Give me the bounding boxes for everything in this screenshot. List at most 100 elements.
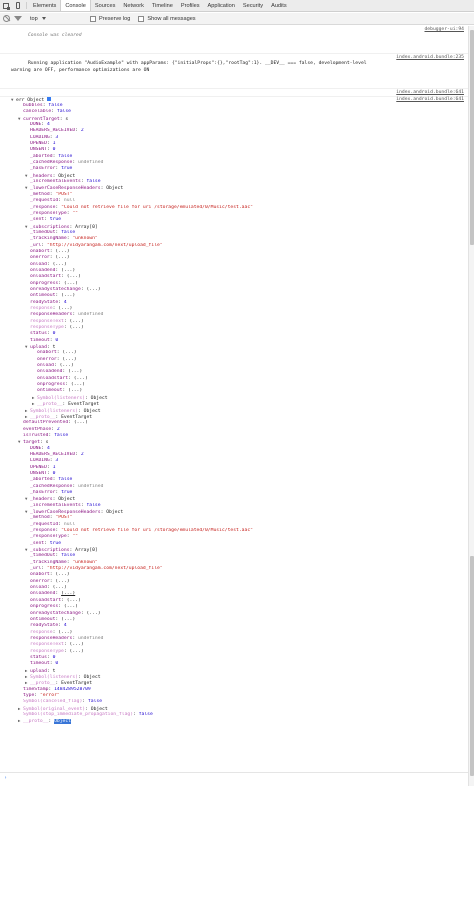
tree-key: DONE [30, 122, 42, 128]
tab-network[interactable]: Network [119, 0, 148, 11]
tree-key: _hasError [30, 489, 56, 495]
tree-value: 1 [52, 464, 56, 470]
tree-value[interactable]: (...) [86, 611, 100, 616]
tree-value[interactable]: (...) [68, 388, 82, 393]
tree-value[interactable]: (...) [55, 572, 69, 577]
tab-console[interactable]: Console [60, 0, 91, 11]
tree-value[interactable]: (...) [71, 382, 85, 387]
console-output: Console was cleared debugger-ui:94 Runni… [0, 26, 468, 786]
tree-value: true [61, 489, 73, 495]
info-icon[interactable] [47, 97, 52, 102]
tree-value: Object [106, 186, 124, 192]
tree-key: _aborted [30, 153, 53, 159]
device-mode-icon[interactable] [12, 0, 24, 11]
tree-key: _incrementalEvents [30, 179, 81, 185]
tree-value[interactable]: (...) [64, 604, 78, 609]
clear-console-icon[interactable] [3, 15, 10, 22]
console-message-source-link[interactable]: index.android.bundle:641 [396, 97, 464, 102]
tree-key: Symbol(original_event) [23, 706, 86, 712]
context-selector[interactable]: top [30, 16, 82, 22]
tree-key: OPENED [30, 464, 47, 470]
tree-value: false [138, 712, 153, 718]
console-scrollbar[interactable] [468, 26, 474, 786]
tree-value: false [86, 179, 101, 185]
tree-value[interactable]: (...) [62, 357, 76, 362]
tree-key: _hasError [30, 166, 56, 172]
tree-value[interactable]: (...) [70, 325, 84, 330]
tree-value: s [45, 440, 49, 446]
console-message-source-link[interactable]: index.android.bundle:235 [396, 55, 464, 61]
filter-icon[interactable] [14, 16, 22, 21]
tree-value[interactable]: (...) [68, 369, 82, 374]
tree-value[interactable]: (...) [62, 350, 76, 355]
tab-application[interactable]: Application [204, 0, 239, 11]
tab-elements[interactable]: Elements [29, 0, 60, 11]
tree-value[interactable]: (...) [55, 579, 69, 584]
tree-key: HEADERS_RECEIVED [30, 451, 76, 457]
tree-key: UNSENT [30, 147, 47, 153]
tree-value[interactable]: (...) [58, 630, 72, 635]
tab-security[interactable]: Security [239, 0, 267, 11]
tree-value[interactable]: (...) [70, 642, 84, 647]
preserve-log-checkbox[interactable] [90, 15, 96, 22]
tree-key: Symbol(listeners) [30, 674, 78, 680]
devtools-window: Elements Console Sources Network Timelin… [0, 0, 474, 921]
tree-value[interactable]: (...) [53, 262, 67, 267]
tree-row[interactable]: ▶ __proto__: Object [11, 718, 468, 725]
tree-key: __proto__ [30, 681, 56, 687]
show-all-messages-checkbox[interactable] [138, 15, 145, 22]
tree-key: OPENED [30, 141, 47, 147]
tree-value[interactable]: (...) [53, 585, 67, 590]
tree-value[interactable]: (...) [70, 319, 84, 324]
scrollbar-thumb-upper[interactable] [470, 30, 474, 245]
tree-value[interactable]: (...) [70, 649, 84, 654]
tree-value[interactable]: (...) [64, 281, 78, 286]
tree-value: true [61, 166, 73, 172]
tree-value: undefined [78, 160, 104, 166]
tree-value: 0 [52, 331, 56, 337]
tree-value[interactable]: (...) [55, 255, 69, 260]
tree-value[interactable]: (...) [60, 363, 74, 368]
tree-value: undefined [78, 635, 104, 641]
tab-audits[interactable]: Audits [267, 0, 291, 11]
tree-value: Object [83, 674, 101, 680]
tree-key: status [30, 331, 47, 337]
tree-value[interactable]: (...) [67, 274, 81, 279]
toolbar-divider [26, 2, 27, 9]
tree-value: "http://vidyarangam.com/next/upload_file… [46, 566, 163, 572]
tree-key: _url [30, 242, 42, 248]
console-message-source-link[interactable]: debugger-ui:94 [424, 27, 464, 33]
tab-sources[interactable]: Sources [91, 0, 120, 11]
tree-value[interactable]: (...) [74, 376, 88, 381]
tree-value[interactable]: (...) [61, 591, 75, 596]
tree-key: onerror [30, 578, 50, 584]
show-all-messages-label: Show all messages [147, 15, 196, 22]
tree-value: Object [58, 497, 76, 503]
tree-value[interactable]: (...) [58, 306, 72, 311]
tree-key: _incrementalEvents [30, 502, 81, 508]
tree-value: false [58, 153, 73, 159]
console-prompt[interactable]: › [0, 772, 468, 782]
inspect-element-icon[interactable] [0, 0, 12, 11]
tree-key: _method [30, 515, 50, 521]
tree-key: _responseType [30, 534, 67, 540]
tree-value[interactable]: (...) [61, 268, 75, 273]
tree-value: 1484289528709 [54, 686, 91, 692]
tree-key: onload [30, 585, 47, 591]
tab-timeline[interactable]: Timeline [148, 0, 177, 11]
tree-key: onerror [30, 255, 50, 261]
tree-value[interactable]: (...) [67, 598, 81, 603]
tree-key: readyState [30, 299, 59, 305]
tree-key: __proto__ [37, 402, 63, 408]
tree-key: upload [30, 668, 47, 674]
tree-value[interactable]: (...) [61, 617, 75, 622]
tree-value[interactable]: (...) [61, 293, 75, 298]
tree-value[interactable]: (...) [55, 249, 69, 254]
tree-value: "unknown" [72, 236, 98, 242]
tree-value[interactable]: (...) [74, 420, 88, 425]
console-message-source-link[interactable]: index.android.bundle:641 [396, 90, 464, 96]
tab-profiles[interactable]: Profiles [177, 0, 204, 11]
tree-key: timeStamp [23, 686, 49, 692]
scrollbar-thumb-lower[interactable] [470, 556, 474, 776]
tree-value[interactable]: (...) [86, 287, 100, 292]
